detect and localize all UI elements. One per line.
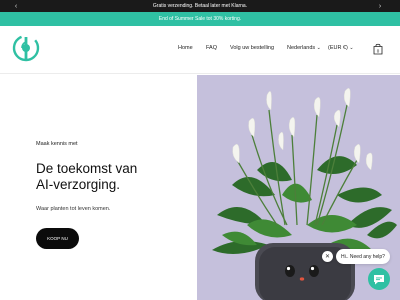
promo-bar: End of Summer Sale tot 30% korting. xyxy=(0,12,400,26)
currency-selector[interactable]: (EUR €) ⌄ xyxy=(328,45,354,51)
announcement-bar: ‹ Gratis verzending. Betaal later met Kl… xyxy=(0,0,400,12)
close-icon[interactable]: ✕ xyxy=(322,251,333,262)
hero-headline-line2: AI-verzorging. xyxy=(36,177,121,192)
chat-button[interactable] xyxy=(368,268,390,290)
hero-headline: De toekomst van AI-verzorging. xyxy=(36,161,186,193)
chevron-right-icon[interactable]: › xyxy=(374,0,386,12)
hero-subtext: Waar planten tot leven komen. xyxy=(36,206,111,212)
hero-headline-line1: De toekomst van xyxy=(36,161,138,176)
nav-track-order[interactable]: Volg uw bestelling xyxy=(230,45,274,51)
announcement-text: Gratis verzending. Betaal later met Klar… xyxy=(152,3,248,9)
help-greeting: Hi.. Need any help? xyxy=(341,253,385,260)
chevron-left-icon[interactable]: ‹ xyxy=(10,0,22,12)
nav-home[interactable]: Home xyxy=(178,45,193,51)
shopping-bag-icon[interactable]: 0 xyxy=(373,43,383,55)
hero-eyebrow: Maak kennis met xyxy=(36,141,78,147)
help-bubble[interactable]: Hi.. Need any help? xyxy=(336,249,390,264)
nav-faq[interactable]: FAQ xyxy=(206,45,217,51)
cart-count: 0 xyxy=(377,49,380,54)
site-header: Home FAQ Volg uw bestelling Nederlands ⌄… xyxy=(0,26,400,74)
currency-label: (EUR €) xyxy=(328,45,348,51)
hero-image xyxy=(197,75,400,300)
language-selector[interactable]: Nederlands ⌄ xyxy=(287,45,321,51)
language-label: Nederlands xyxy=(287,45,316,51)
chevron-down-icon: ⌄ xyxy=(349,45,354,51)
plant-robot-image xyxy=(212,88,397,300)
promo-text: End of Summer Sale tot 30% korting. xyxy=(158,16,242,22)
chevron-down-icon: ⌄ xyxy=(316,45,321,51)
chat-icon xyxy=(374,274,384,284)
brand-logo-icon[interactable] xyxy=(11,33,41,63)
buy-now-button[interactable]: KOOP NU xyxy=(36,228,79,249)
